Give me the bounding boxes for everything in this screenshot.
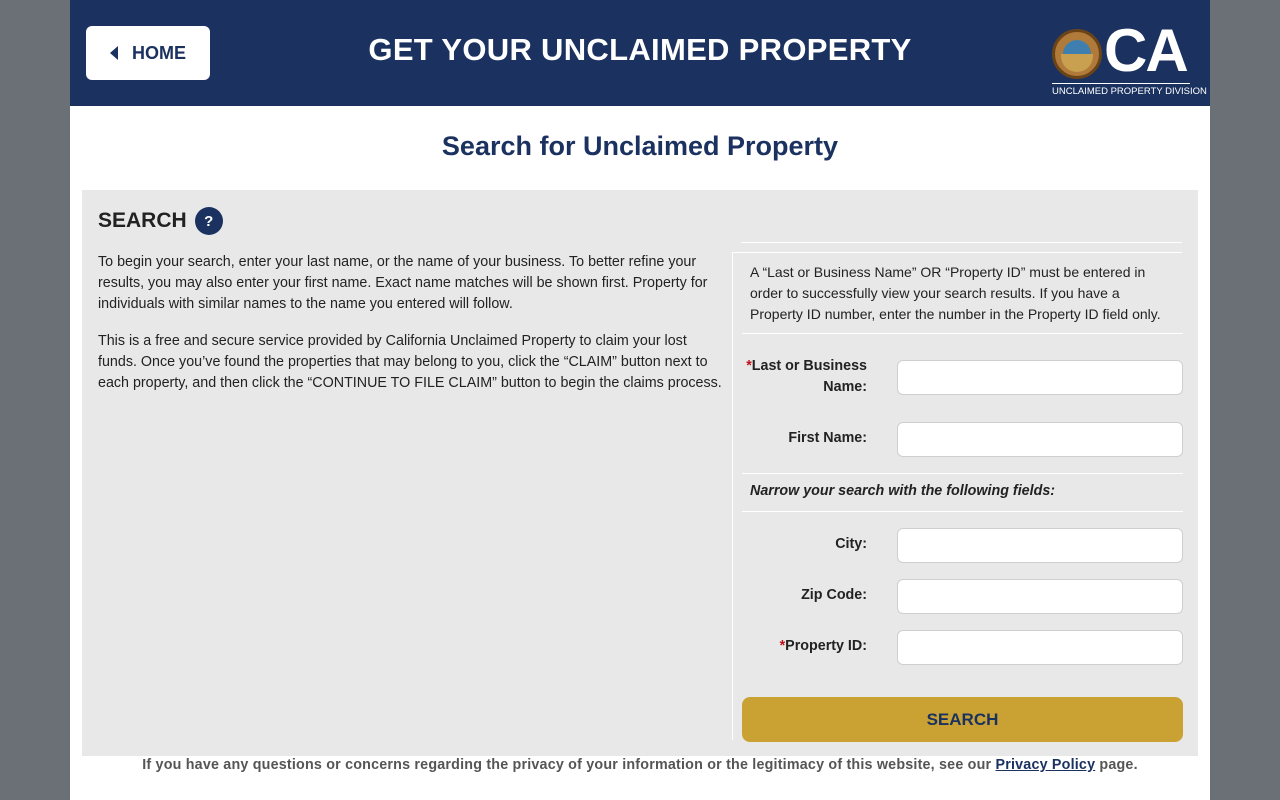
- narrow-search-heading: Narrow your search with the following fi…: [750, 483, 1056, 499]
- divider: [742, 511, 1183, 512]
- help-icon[interactable]: ?: [194, 207, 223, 235]
- privacy-note: If you have any questions or concerns re…: [70, 757, 1210, 773]
- property-id-label: *Property ID:: [779, 638, 867, 654]
- first-name-label: First Name:: [788, 430, 867, 446]
- search-requirements-note: A “Last or Business Name” OR “Property I…: [750, 264, 1161, 322]
- last-name-label: *Last or Business Name:: [746, 358, 867, 395]
- search-instructions: To begin your search, enter your last na…: [98, 252, 726, 394]
- state-seal-icon: [1052, 29, 1102, 79]
- search-heading-text: SEARCH: [98, 209, 187, 232]
- divider: [741, 242, 1182, 243]
- header-title: GET YOUR UNCLAIMED PROPERTY: [368, 32, 912, 67]
- property-id-input[interactable]: [897, 630, 1183, 665]
- instructions-paragraph: This is a free and secure service provid…: [98, 333, 722, 391]
- zip-code-label: Zip Code:: [801, 587, 867, 603]
- city-input[interactable]: [897, 528, 1183, 563]
- instructions-paragraph: To begin your search, enter your last na…: [98, 254, 708, 312]
- search-button[interactable]: SEARCH: [742, 697, 1183, 742]
- search-form: A “Last or Business Name” OR “Property I…: [732, 252, 1183, 742]
- city-label: City:: [835, 536, 867, 552]
- divider: [742, 473, 1183, 474]
- search-heading: SEARCH ?: [98, 207, 223, 235]
- privacy-note-suffix: page.: [1095, 757, 1138, 773]
- search-panel: SEARCH ? To begin your search, enter you…: [82, 190, 1198, 756]
- zip-code-input[interactable]: [897, 579, 1183, 614]
- page-title: Search for Unclaimed Property: [441, 131, 839, 161]
- logo-divider: [1052, 83, 1190, 84]
- logo-text: CA: [1104, 17, 1189, 84]
- divider: [742, 333, 1183, 334]
- privacy-note-text: If you have any questions or concerns re…: [142, 757, 996, 773]
- first-name-input[interactable]: [897, 422, 1183, 457]
- privacy-policy-link[interactable]: Privacy Policy: [995, 757, 1095, 773]
- ca-logo[interactable]: CA UNCLAIMED PROPERTY DIVISION: [1050, 18, 1207, 100]
- page-container: HOME GET YOUR UNCLAIMED PROPERTY CA UNCL…: [70, 0, 1210, 800]
- last-name-input[interactable]: [897, 360, 1183, 395]
- logo-subtitle: UNCLAIMED PROPERTY DIVISION: [1052, 86, 1207, 97]
- header-bar: HOME GET YOUR UNCLAIMED PROPERTY CA UNCL…: [70, 0, 1210, 106]
